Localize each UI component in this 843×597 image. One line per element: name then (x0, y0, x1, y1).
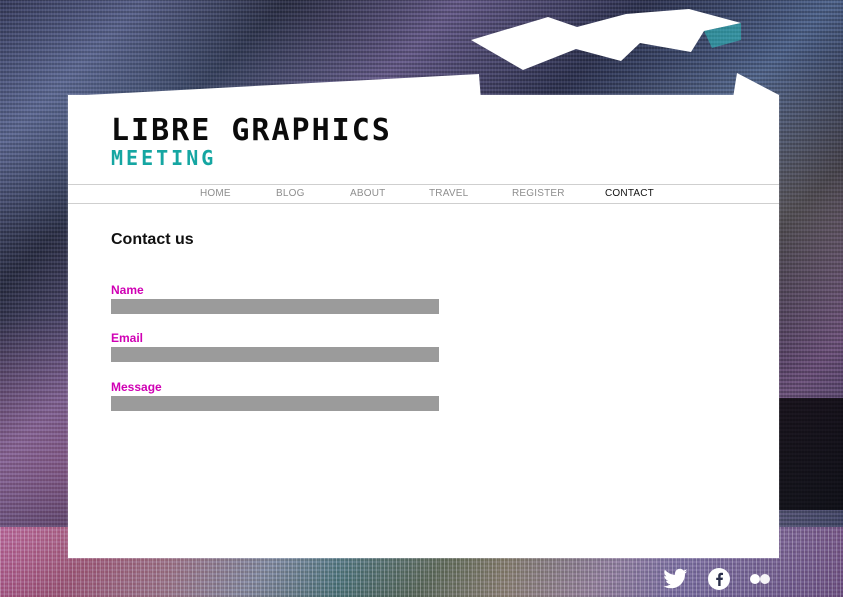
facebook-link[interactable] (705, 567, 733, 591)
twitter-link[interactable] (661, 567, 689, 591)
site-logo[interactable]: LIBRE GRAPHICS MEETING (111, 116, 390, 176)
nav-register[interactable]: REGISTER (512, 188, 565, 200)
twitter-icon (663, 568, 688, 589)
message-label: Message (111, 380, 162, 394)
nav-about[interactable]: ABOUT (350, 188, 385, 200)
flickr-icon (750, 574, 770, 584)
banner-shape-top (471, 9, 741, 70)
nav-contact[interactable]: CONTACT (605, 188, 654, 200)
site-logo-subtitle[interactable]: MEETING (111, 148, 371, 168)
banner-teal-accent (704, 23, 741, 48)
flickr-link[interactable] (746, 567, 774, 591)
nav-home[interactable]: HOME (200, 188, 231, 200)
facebook-icon (708, 568, 730, 590)
nav-blog[interactable]: BLOG (276, 188, 305, 200)
nav-travel[interactable]: TRAVEL (429, 188, 468, 200)
message-field[interactable] (111, 396, 439, 411)
email-label: Email (111, 331, 144, 345)
name-label: Name (111, 283, 144, 297)
page-title: Contact us (111, 231, 194, 248)
email-field[interactable] (111, 347, 439, 362)
main-navigation: HOME BLOG ABOUT TRAVEL REGISTER CONTACT (68, 184, 779, 204)
background-right-dark-block (778, 398, 843, 510)
name-field[interactable] (111, 299, 439, 314)
site-logo-title[interactable]: LIBRE GRAPHICS (111, 116, 390, 146)
